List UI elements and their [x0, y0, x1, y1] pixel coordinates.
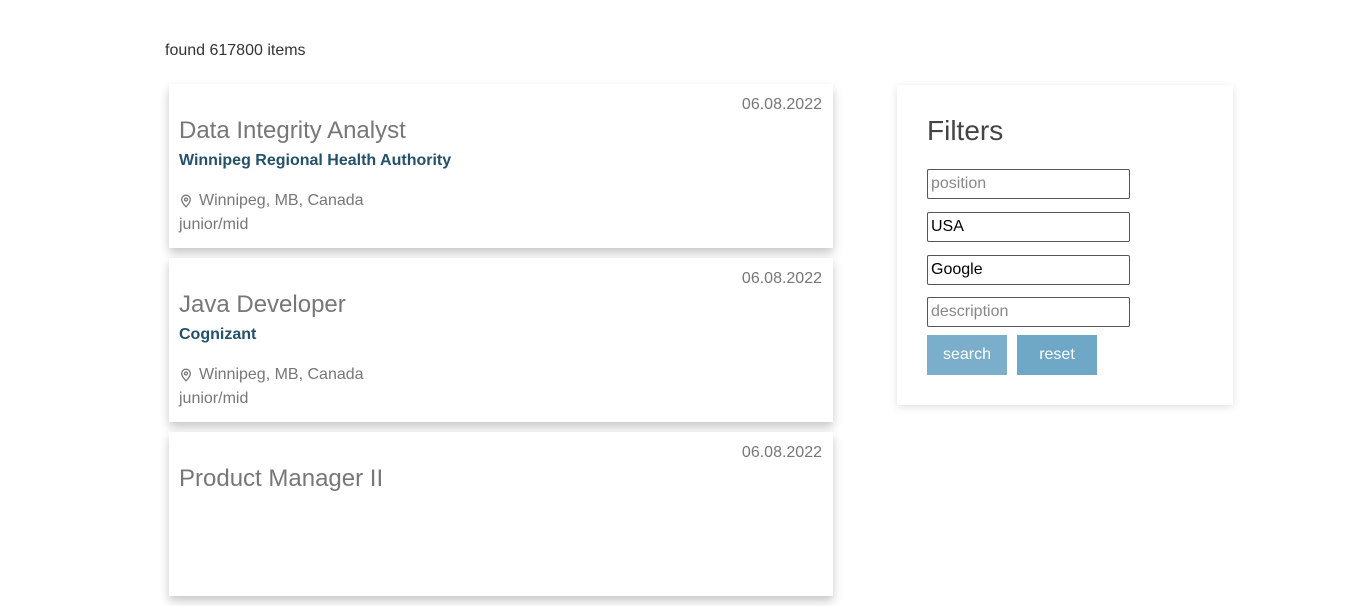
company-input[interactable] [927, 255, 1130, 285]
job-date: 06.08.2022 [741, 96, 822, 113]
results-count: found 617800 items [165, 42, 306, 59]
job-card[interactable]: 06.08.2022 Product Manager II [169, 432, 833, 596]
job-card[interactable]: 06.08.2022 Java Developer Cognizant Winn… [169, 258, 833, 422]
job-level: junior/mid [179, 390, 249, 407]
description-input[interactable] [927, 297, 1130, 327]
job-location-text: Winnipeg, MB, Canada [199, 192, 364, 209]
job-location: Winnipeg, MB, Canada [179, 366, 364, 384]
reset-button[interactable]: reset [1017, 335, 1097, 375]
job-level: junior/mid [179, 216, 249, 233]
map-pin-icon [181, 194, 191, 208]
job-card[interactable]: 06.08.2022 Data Integrity Analyst Winnip… [169, 84, 833, 248]
location-input[interactable] [927, 212, 1130, 242]
job-title[interactable]: Java Developer [179, 291, 346, 319]
job-location: Winnipeg, MB, Canada [179, 192, 364, 210]
filters-title: Filters [927, 115, 1004, 146]
job-date: 06.08.2022 [741, 270, 822, 287]
job-title[interactable]: Product Manager II [179, 465, 383, 493]
job-title[interactable]: Data Integrity Analyst [179, 117, 406, 145]
job-location-text: Winnipeg, MB, Canada [199, 366, 364, 383]
search-button[interactable]: search [927, 335, 1007, 375]
position-input[interactable] [927, 169, 1130, 199]
job-company-link[interactable]: Cognizant [179, 326, 256, 344]
job-date: 06.08.2022 [741, 444, 822, 461]
filters-panel: Filters search reset [897, 85, 1233, 405]
job-company-link[interactable]: Winnipeg Regional Health Authority [179, 152, 451, 170]
job-list: 06.08.2022 Data Integrity Analyst Winnip… [169, 84, 833, 606]
map-pin-icon [181, 368, 191, 382]
